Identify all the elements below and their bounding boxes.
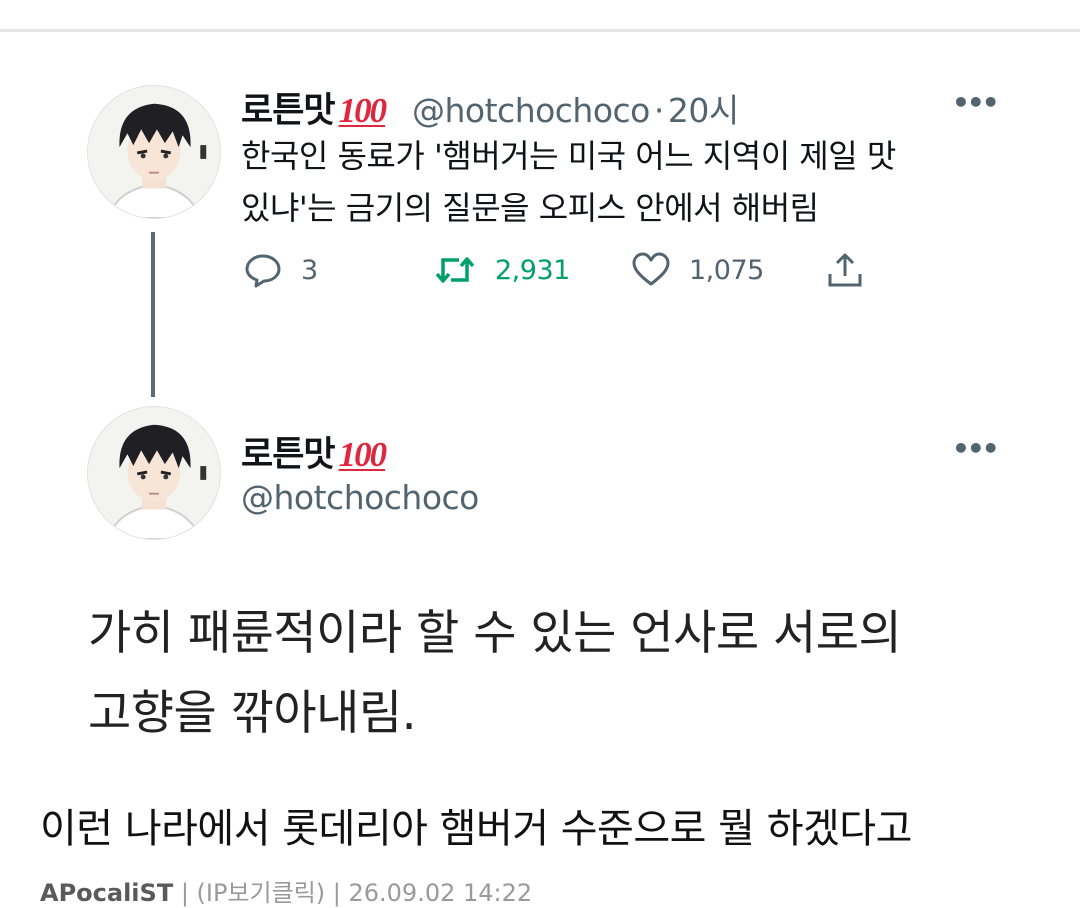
reply-author-name[interactable]: 로튼맛 100 [241, 426, 387, 477]
avatar[interactable] [87, 85, 221, 219]
hundred-points-icon: 100 [338, 91, 387, 130]
like-count: 1,075 [689, 254, 764, 286]
top-divider [0, 29, 1080, 32]
post-meta-details: | (IP보기클릭) | 26.09.02 14:22 [180, 879, 533, 907]
retweet-button[interactable]: 2,931 [433, 250, 570, 290]
more-icon[interactable]: ••• [952, 432, 1000, 465]
thread-connector [151, 232, 155, 397]
tweet-text: 한국인 동료가 '햄버거는 미국 어느 지역이 제일 맛 있냐'는 금기의 질문… [241, 130, 896, 234]
author-name-text: 로튼맛 [241, 91, 336, 131]
post-author[interactable]: APocaliST [40, 879, 173, 907]
reply-count: 3 [301, 254, 318, 286]
post-meta: APocaliST | (IP보기클릭) | 26.09.02 14:22 [40, 873, 532, 908]
reply-icon [245, 254, 281, 288]
hundred-points-icon: 100 [338, 435, 387, 474]
author-name-text: 로튼맛 [241, 435, 336, 475]
retweet-icon [435, 257, 475, 283]
separator: · [653, 91, 665, 130]
tweet-text-line: 있냐'는 금기의 질문을 오피스 안에서 해버림 [241, 189, 819, 227]
like-button[interactable]: 1,075 [631, 250, 764, 290]
post-caption: 이런 나라에서 롯데리아 햄버거 수준으로 뭘 하겠다고 [40, 806, 912, 852]
reply-handle[interactable]: @hotchochoco [241, 478, 479, 517]
avatar[interactable] [87, 406, 221, 540]
tweet-time[interactable]: 20시 [668, 91, 739, 130]
tweet-handle[interactable]: @hotchochoco [412, 91, 650, 130]
reply-text: 가히 패륜적이라 할 수 있는 언사로 서로의 고향을 깎아내림. [88, 594, 1048, 754]
avatar-image [88, 407, 220, 539]
tweet-actions: 3 2,931 1,075 [243, 250, 883, 290]
tweet-handle-line: @hotchochoco · 20시 [412, 84, 739, 132]
reply-text-line: 가히 패륜적이라 할 수 있는 언사로 서로의 [88, 606, 902, 661]
share-icon [828, 253, 862, 287]
reply-text-line: 고향을 깎아내림. [88, 686, 417, 741]
like-icon [632, 252, 670, 286]
share-button[interactable] [825, 250, 865, 290]
tweet-text-line: 한국인 동료가 '햄버거는 미국 어느 지역이 제일 맛 [241, 137, 896, 175]
tweet-author-name[interactable]: 로튼맛 100 [241, 82, 387, 133]
retweet-count: 2,931 [495, 254, 570, 286]
reply-button[interactable]: 3 [243, 250, 318, 290]
more-icon[interactable]: ••• [952, 86, 1000, 119]
avatar-image [88, 86, 220, 218]
